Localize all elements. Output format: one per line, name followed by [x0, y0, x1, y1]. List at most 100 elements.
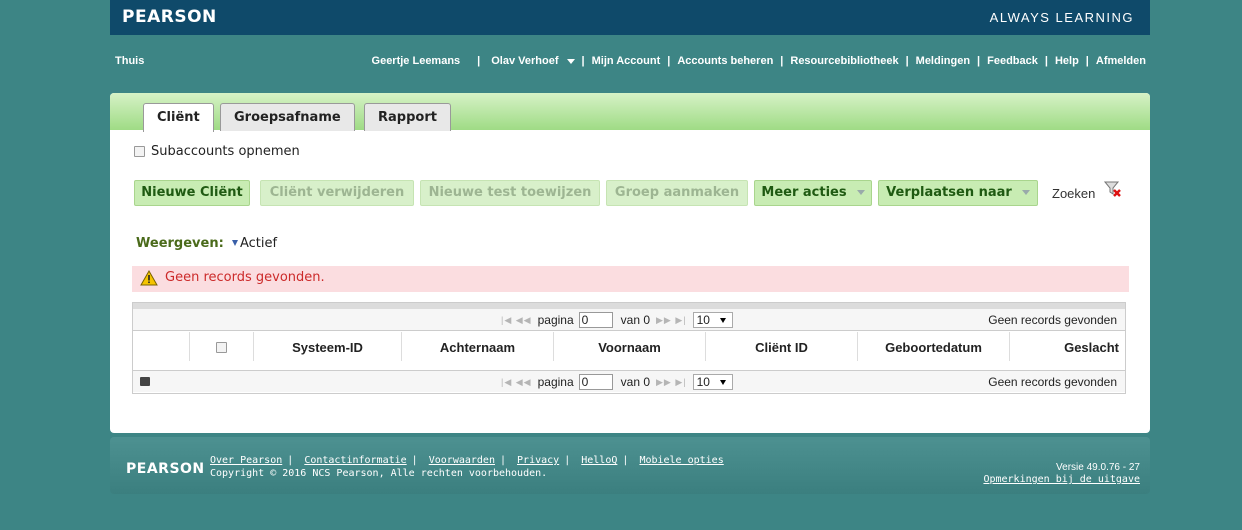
page-input[interactable]: 0 — [578, 374, 613, 390]
move-to-label: Verplaatsen naar — [886, 185, 1012, 200]
move-to-button[interactable]: Verplaatsen naar — [878, 180, 1038, 206]
footer-separator: | — [564, 455, 571, 466]
top-nav: Thuis Geertje Leemans | Olav Verhoef | M… — [0, 52, 1242, 72]
chevron-down-icon — [856, 190, 865, 195]
records-status: Geen records gevonden — [988, 375, 1117, 389]
version-text: Versie 49.0.76 - 27 — [1056, 462, 1140, 473]
alert-text: Geen records gevonden. — [165, 270, 325, 285]
page-size-select[interactable]: 10 — [692, 374, 733, 390]
page-label: pagina — [537, 313, 574, 327]
footer-link-mobile[interactable]: Mobiele opties — [639, 455, 723, 466]
nav-separator: | — [1085, 55, 1089, 67]
footer: PEARSON Over Pearson | Contactinformatie |… — [110, 437, 1150, 494]
select-all-checkbox[interactable] — [216, 342, 227, 353]
header-system-id[interactable]: Systeem-ID — [254, 332, 402, 361]
header-bar: PEARSON ALWAYS LEARNING — [110, 0, 1150, 35]
nav-resource-library[interactable]: Resourcebibliotheek — [790, 55, 898, 67]
nav-separator: | — [977, 55, 981, 67]
view-filter-value: Actief — [239, 236, 278, 251]
footer-separator: | — [622, 455, 629, 466]
tab-bar: Cliënt Groepsafname Rapport — [110, 93, 1150, 132]
subaccounts-checkbox[interactable] — [134, 146, 145, 157]
pager-bottom: |◀ ◀◀ pagina 0 van 0 ▶▶ ▶| 10 Geen recor… — [133, 370, 1125, 392]
header-select-all — [190, 332, 254, 361]
nav-notifications[interactable]: Meldingen — [916, 55, 970, 67]
records-status: Geen records gevonden — [988, 313, 1117, 327]
nav-separator: | — [667, 55, 671, 67]
more-actions-button[interactable]: Meer acties — [754, 180, 872, 206]
subaccounts-option: Subaccounts opnemen — [134, 144, 300, 159]
user-switch-menu[interactable]: Olav Verhoef — [487, 55, 575, 67]
view-filter-toggle[interactable]: Actief — [228, 236, 277, 251]
clear-filter-icon[interactable] — [1104, 180, 1122, 198]
release-notes-link[interactable]: Opmerkingen bij de uitgave — [983, 474, 1140, 485]
page-size-select[interactable]: 10 — [692, 312, 733, 328]
next-last-icon[interactable]: ▶▶ ▶| — [656, 377, 687, 388]
page-input[interactable]: 0 — [578, 312, 613, 328]
footer-logo: PEARSON — [126, 461, 205, 477]
subaccounts-label: Subaccounts opnemen — [151, 144, 300, 159]
nav-separator: | — [1044, 55, 1048, 67]
nav-home-link[interactable]: Thuis — [115, 55, 144, 67]
view-filter: Weergeven: Actief — [136, 236, 277, 251]
of-label: van 0 — [620, 313, 651, 327]
header-first-name[interactable]: Voornaam — [554, 332, 706, 361]
assign-test-button[interactable]: Nieuwe test toewijzen — [420, 180, 600, 206]
impersonated-user-label: Olav Verhoef — [491, 55, 559, 67]
tagline: ALWAYS LEARNING — [989, 10, 1134, 25]
footer-links: Over Pearson | Contactinformatie | Voorwaa… — [210, 455, 724, 466]
footer-link-privacy[interactable]: Privacy — [517, 455, 559, 466]
chevron-down-icon — [1021, 190, 1030, 195]
results-grid: |◀ ◀◀ pagina 0 van 0 ▶▶ ▶| 10 Geen recor… — [132, 302, 1126, 394]
nav-links: Geertje Leemans | Olav Verhoef | Mijn Ac… — [368, 55, 1150, 67]
delete-client-button[interactable]: Cliënt verwijderen — [260, 180, 414, 206]
next-last-icon[interactable]: ▶▶ ▶| — [656, 315, 687, 326]
column-chooser-icon[interactable] — [140, 377, 150, 386]
nav-separator: | — [905, 55, 909, 67]
nav-feedback[interactable]: Feedback — [987, 55, 1038, 67]
create-group-button[interactable]: Groep aanmaken — [606, 180, 748, 206]
nav-help[interactable]: Help — [1055, 55, 1079, 67]
table-header: Systeem-ID Achternaam Voornaam Cliënt ID… — [133, 332, 1125, 361]
page-label: pagina — [537, 375, 574, 389]
footer-link-terms[interactable]: Voorwaarden — [429, 455, 495, 466]
search-link[interactable]: Zoeken — [1052, 186, 1095, 201]
nav-logout[interactable]: Afmelden — [1096, 55, 1146, 67]
more-actions-label: Meer acties — [761, 185, 847, 200]
pager-controls: |◀ ◀◀ pagina 0 van 0 ▶▶ ▶| 10 — [495, 312, 733, 328]
header-gender[interactable]: Geslacht — [1010, 332, 1125, 361]
footer-link-helloq[interactable]: HelloQ — [581, 455, 617, 466]
no-records-alert: Geen records gevonden. — [132, 266, 1129, 292]
nav-manage-accounts[interactable]: Accounts beheren — [677, 55, 773, 67]
top-banner: PEARSON ALWAYS LEARNING — [0, 0, 1242, 35]
copyright-text: Copyright © 2016 NCS Pearson, Alle recht… — [210, 468, 548, 479]
pager-controls: |◀ ◀◀ pagina 0 van 0 ▶▶ ▶| 10 — [495, 374, 733, 390]
main-panel: Cliënt Groepsafname Rapport Subaccounts … — [110, 93, 1150, 433]
footer-link-about[interactable]: Over Pearson — [210, 455, 282, 466]
nav-my-account[interactable]: Mijn Account — [592, 55, 661, 67]
tab-client[interactable]: Cliënt — [143, 103, 214, 132]
pearson-logo: PEARSON — [122, 7, 217, 27]
triangle-down-icon — [231, 240, 238, 246]
header-birth-date[interactable]: Geboortedatum — [858, 332, 1010, 361]
footer-link-contact[interactable]: Contactinformatie — [304, 455, 406, 466]
caret-down-icon — [566, 58, 575, 64]
footer-separator: | — [411, 455, 418, 466]
pager-top: |◀ ◀◀ pagina 0 van 0 ▶▶ ▶| 10 Geen recor… — [133, 309, 1125, 331]
header-expand-cell — [133, 332, 190, 361]
new-client-button[interactable]: Nieuwe Cliënt — [134, 180, 250, 206]
footer-separator: | — [499, 455, 506, 466]
tab-report[interactable]: Rapport — [364, 103, 451, 131]
footer-separator: | — [287, 455, 294, 466]
of-label: van 0 — [620, 375, 651, 389]
first-prev-icon[interactable]: |◀ ◀◀ — [501, 315, 532, 326]
nav-separator: | — [780, 55, 784, 67]
view-filter-label: Weergeven: — [136, 236, 224, 251]
tab-group-test[interactable]: Groepsafname — [220, 103, 355, 131]
first-prev-icon[interactable]: |◀ ◀◀ — [501, 377, 532, 388]
nav-separator: | — [581, 55, 585, 67]
current-user: Geertje Leemans — [371, 55, 461, 67]
header-last-name[interactable]: Achternaam — [402, 332, 554, 361]
warning-icon — [140, 270, 158, 286]
header-client-id[interactable]: Cliënt ID — [706, 332, 858, 361]
